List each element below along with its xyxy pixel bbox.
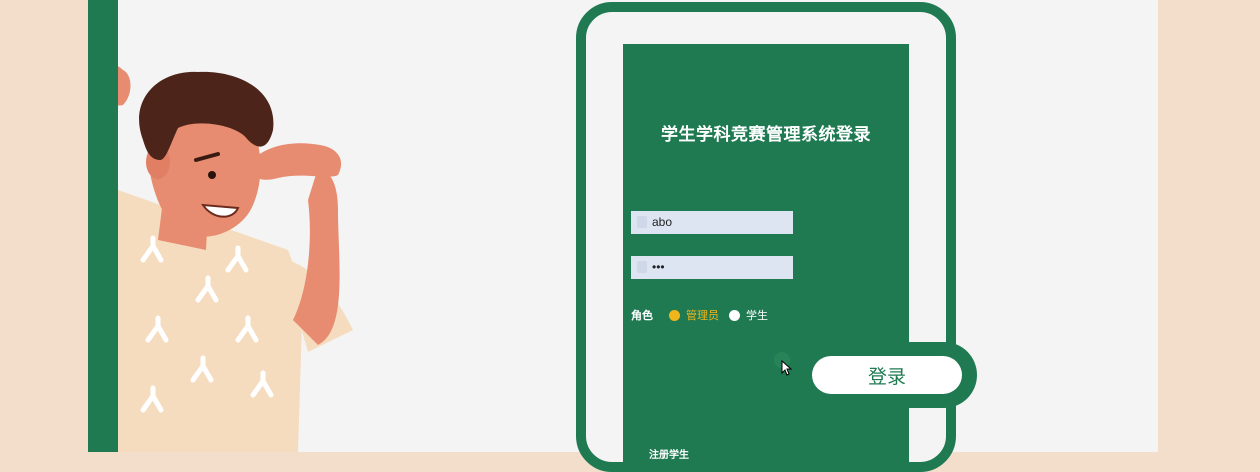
role-option-student[interactable]: 学生: [746, 307, 768, 323]
password-input[interactable]: •••: [631, 256, 793, 279]
role-selector: 角色 管理员 学生: [631, 307, 768, 323]
username-value: abo: [652, 215, 673, 229]
mouse-pointer-icon: [781, 360, 793, 376]
login-title: 学生学科竞赛管理系统登录: [661, 125, 871, 145]
user-icon: [637, 216, 647, 228]
lock-icon: [637, 261, 647, 273]
role-option-admin[interactable]: 管理员: [686, 307, 719, 323]
username-input[interactable]: abo: [631, 211, 793, 234]
register-student-link[interactable]: 注册学生: [649, 446, 689, 461]
login-button[interactable]: 登录: [812, 356, 962, 394]
role-label: 角色: [631, 309, 653, 322]
right-margin: [1158, 0, 1260, 452]
password-value: •••: [652, 260, 665, 274]
pole-stripe: [88, 0, 118, 452]
man-peeking-illustration: [101, 64, 353, 452]
role-radio-admin[interactable]: [669, 309, 680, 321]
role-radio-student[interactable]: [729, 309, 740, 321]
